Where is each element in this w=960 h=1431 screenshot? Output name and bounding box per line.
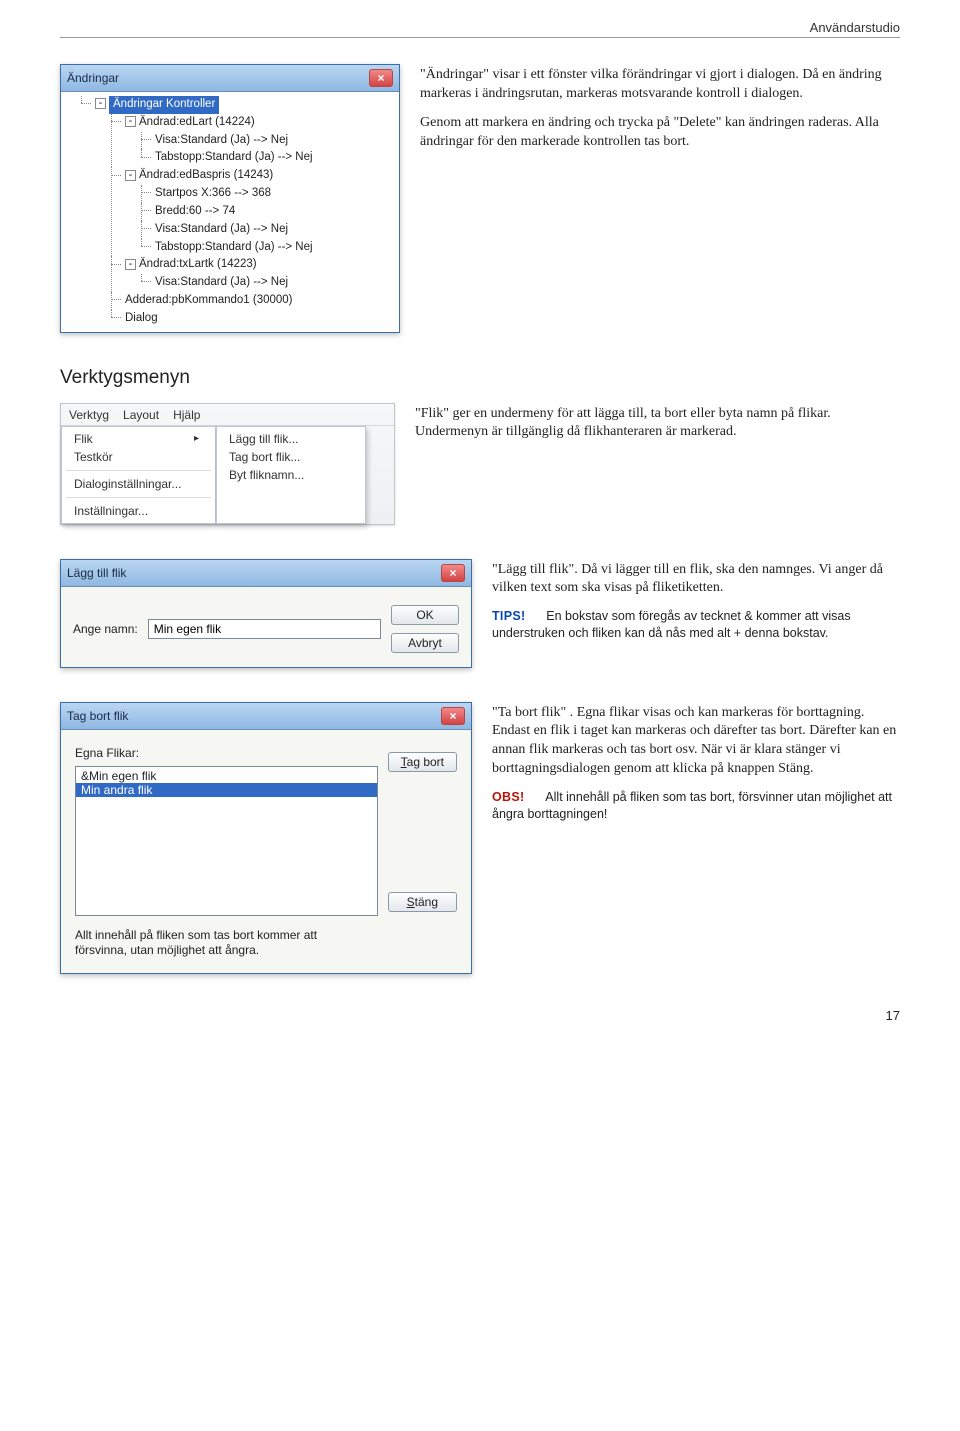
add-tab-dialog: Lägg till flik × Ange namn: OK Avbryt bbox=[60, 559, 472, 668]
remove-tab-list-label: Egna Flikar: bbox=[75, 746, 378, 760]
close-icon[interactable]: × bbox=[369, 69, 393, 87]
menu-separator bbox=[66, 470, 211, 471]
menu-screenshot: Verktyg Layout Hjälp Flik▸ Testkör Dialo… bbox=[60, 403, 395, 525]
cancel-button[interactable]: Avbryt bbox=[391, 633, 459, 653]
tips-block: TIPS! En bokstav som föregås av tecknet … bbox=[492, 608, 900, 642]
tree-leaf[interactable]: Visa:Standard (Ja) --> Nej bbox=[155, 276, 288, 288]
changes-paragraph-2: Genom att markera en ändring och trycka … bbox=[420, 114, 900, 152]
changes-paragraph-1: "Ändringar" visar i ett fönster vilka fö… bbox=[420, 66, 900, 104]
ok-button[interactable]: OK bbox=[391, 605, 459, 625]
close-icon[interactable]: × bbox=[441, 707, 465, 725]
chevron-right-icon: ▸ bbox=[194, 433, 199, 444]
tips-tag: TIPS! bbox=[492, 609, 525, 623]
menu-dropdown-2[interactable]: Lägg till flik... Tag bort flik... Byt f… bbox=[216, 426, 366, 524]
obs-tag: OBS! bbox=[492, 790, 524, 804]
tree-leaf[interactable]: Dialog bbox=[125, 312, 158, 324]
add-tab-paragraph: "Lägg till flik". Då vi lägger till en f… bbox=[492, 561, 900, 599]
menu-paragraph: "Flik" ger en undermeny för att lägga ti… bbox=[415, 405, 900, 443]
close-icon[interactable]: × bbox=[441, 564, 465, 582]
add-tab-title: Lägg till flik bbox=[67, 566, 126, 580]
remove-tab-title: Tag bort flik bbox=[67, 709, 128, 723]
menu-verktyg[interactable]: Verktyg bbox=[69, 408, 109, 422]
menubar[interactable]: Verktyg Layout Hjälp bbox=[61, 404, 394, 426]
section-remove-tab: Tag bort flik × Egna Flikar: &Min egen f… bbox=[60, 702, 900, 974]
list-item[interactable]: &Min egen flik bbox=[76, 769, 377, 783]
list-item-selected[interactable]: Min andra flik bbox=[76, 783, 377, 797]
changes-tree[interactable]: -Ändringar Kontroller -Ändrad:edLart (14… bbox=[65, 96, 395, 328]
menu-separator bbox=[66, 497, 211, 498]
remove-tab-dialog: Tag bort flik × Egna Flikar: &Min egen f… bbox=[60, 702, 472, 974]
menu-item-inst[interactable]: Inställningar... bbox=[62, 502, 215, 520]
remove-tab-paragraph: "Ta bort flik" . Egna flikar visas och k… bbox=[492, 704, 900, 780]
section-menu: Verktyg Layout Hjälp Flik▸ Testkör Dialo… bbox=[60, 403, 900, 525]
menu-item-flik[interactable]: Flik▸ bbox=[62, 430, 215, 448]
tree-expand-icon[interactable]: - bbox=[125, 259, 136, 270]
section-add-tab: Lägg till flik × Ange namn: OK Avbryt "L… bbox=[60, 559, 900, 668]
changes-window-title: Ändringar bbox=[67, 71, 119, 85]
page-number: 17 bbox=[60, 1008, 900, 1023]
menu-dropdown-1[interactable]: Flik▸ Testkör Dialoginställningar... Ins… bbox=[61, 426, 216, 524]
tree-node[interactable]: Ändrad:edLart (14224) bbox=[139, 116, 255, 128]
menu-item-testkor[interactable]: Testkör bbox=[62, 448, 215, 466]
menu-layout[interactable]: Layout bbox=[123, 408, 159, 422]
obs-block: OBS! Allt innehåll på fliken som tas bor… bbox=[492, 789, 900, 823]
tree-expand-icon[interactable]: - bbox=[125, 170, 136, 181]
section-changes: Ändringar × -Ändringar Kontroller -Ändra… bbox=[60, 64, 900, 333]
tips-text: En bokstav som föregås av tecknet & komm… bbox=[492, 609, 851, 640]
tree-node[interactable]: Ändrad:txLartk (14223) bbox=[139, 258, 257, 270]
tree-root-selected[interactable]: Ändringar Kontroller bbox=[109, 96, 219, 114]
menu-item-rename-tab[interactable]: Byt fliknamn... bbox=[217, 466, 365, 484]
tree-leaf[interactable]: Adderad:pbKommando1 (30000) bbox=[125, 294, 293, 306]
heading-verktygsmenyn: Verktygsmenyn bbox=[60, 367, 900, 389]
tree-leaf[interactable]: Bredd:60 --> 74 bbox=[155, 205, 235, 217]
tree-leaf[interactable]: Visa:Standard (Ja) --> Nej bbox=[155, 223, 288, 235]
tab-name-input[interactable] bbox=[148, 619, 381, 639]
tree-leaf[interactable]: Visa:Standard (Ja) --> Nej bbox=[155, 134, 288, 146]
changes-window: Ändringar × -Ändringar Kontroller -Ändra… bbox=[60, 64, 400, 333]
add-tab-label: Ange namn: bbox=[73, 622, 138, 636]
menu-help[interactable]: Hjälp bbox=[173, 408, 200, 422]
tree-leaf[interactable]: Startpos X:366 --> 368 bbox=[155, 187, 271, 199]
remove-warning-text: Allt innehåll på fliken som tas bort kom… bbox=[75, 928, 325, 959]
tree-expand-icon[interactable]: - bbox=[95, 98, 106, 109]
tree-expand-icon[interactable]: - bbox=[125, 116, 136, 127]
remove-button[interactable]: Tag bort bbox=[388, 752, 457, 772]
menu-item-dialoginst[interactable]: Dialoginställningar... bbox=[62, 475, 215, 493]
page-header-label: Användarstudio bbox=[60, 20, 900, 38]
close-button[interactable]: Stäng bbox=[388, 892, 457, 912]
tree-node[interactable]: Ändrad:edBaspris (14243) bbox=[139, 169, 273, 181]
tree-leaf[interactable]: Tabstopp:Standard (Ja) --> Nej bbox=[155, 151, 313, 163]
menu-item-add-tab[interactable]: Lägg till flik... bbox=[217, 430, 365, 448]
tabs-listbox[interactable]: &Min egen flik Min andra flik bbox=[75, 766, 378, 916]
menu-item-remove-tab[interactable]: Tag bort flik... bbox=[217, 448, 365, 466]
tree-leaf[interactable]: Tabstopp:Standard (Ja) --> Nej bbox=[155, 241, 313, 253]
obs-text: Allt innehåll på fliken som tas bort, fö… bbox=[492, 790, 892, 821]
